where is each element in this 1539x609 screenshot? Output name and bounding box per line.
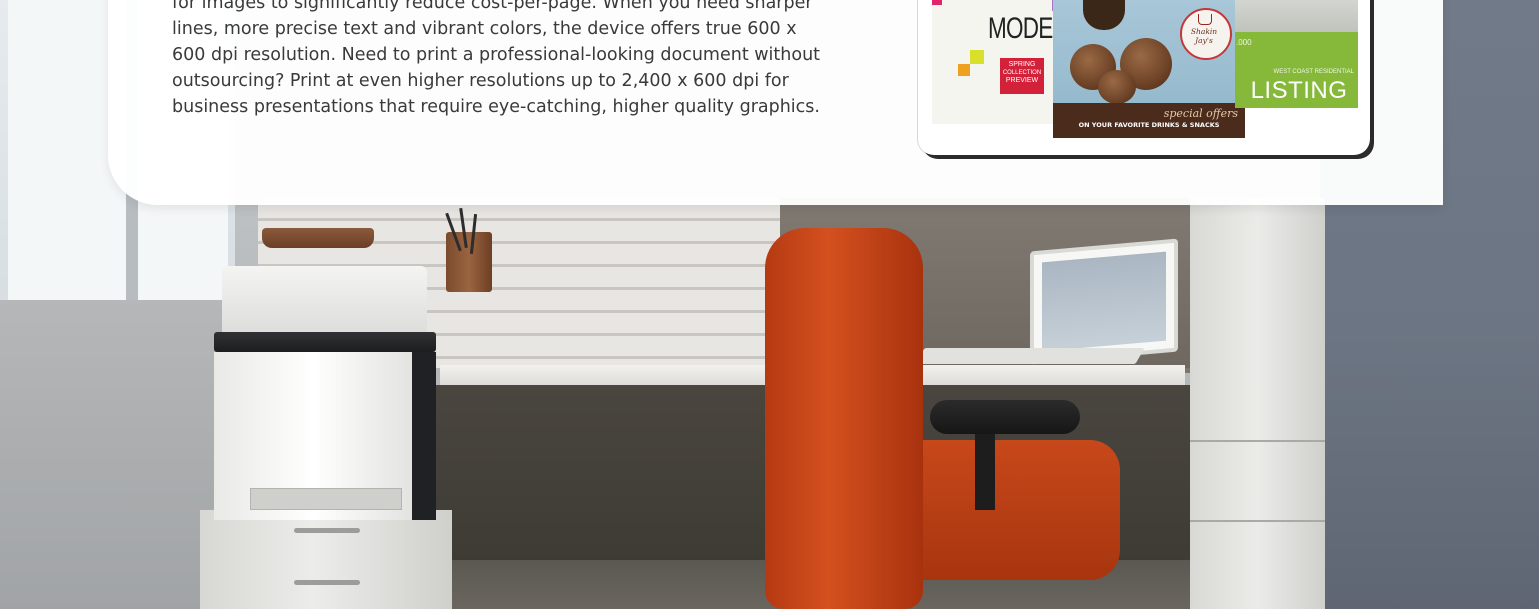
cafe-headline: special offers (1163, 107, 1238, 120)
listing-title: LISTING (1250, 77, 1348, 104)
mode-title: MODE (988, 12, 1053, 45)
badge-line: SPRING (1008, 61, 1036, 68)
printer-side-panel (412, 352, 436, 520)
printer-control-panel (214, 332, 436, 352)
half-wall (0, 300, 230, 609)
laptop (1030, 238, 1178, 365)
cafe-subline: ON YOUR FAVORITE DRINKS & SNACKS (1078, 121, 1220, 129)
office-chair (765, 228, 923, 609)
listing-subtitle: WEST COAST RESIDENTIAL (1273, 69, 1354, 75)
chair-armrest (930, 400, 1080, 434)
printer-stand (200, 510, 452, 609)
mode-badge: SPRING COLLECTION PREVIEW (1000, 58, 1044, 94)
cafe-logo-text: Shakin Jay's (1190, 27, 1218, 45)
body-line: 600 dpi resolution. Need to print a prof… (172, 45, 821, 65)
wall-tray (262, 228, 374, 248)
body-line: business presentations that require eye-… (172, 97, 820, 117)
printer-scanner (222, 266, 427, 336)
listing-photo (1235, 0, 1358, 32)
body-line: for images to significantly reduce cost-… (172, 0, 813, 13)
cup-icon (1198, 14, 1212, 25)
listing-price: .000 (1236, 38, 1252, 47)
badge-line: COLLECTION (1002, 70, 1042, 76)
chair-seat (890, 440, 1120, 580)
body-line: lines, more precise text and vibrant col… (172, 19, 797, 39)
pen-cup (446, 232, 492, 292)
badge-line: PREVIEW (1005, 77, 1039, 84)
printer-output-tray (250, 488, 402, 510)
body-paragraph: for images to significantly reduce cost-… (172, 0, 902, 120)
body-line: outsourcing? Print at even higher resolu… (172, 71, 789, 91)
storage-cabinet (1190, 198, 1325, 609)
laptop-base (915, 348, 1145, 364)
